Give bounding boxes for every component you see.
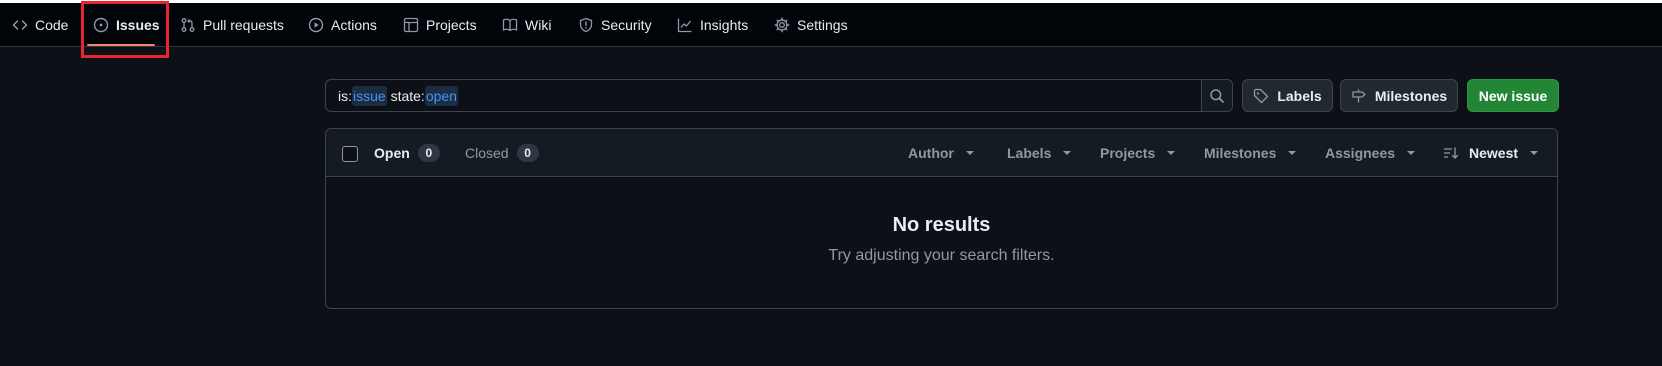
- tab-security-label: Security: [601, 17, 652, 33]
- table-icon: [403, 17, 419, 33]
- select-all-checkbox[interactable]: [342, 146, 358, 162]
- closed-issues-tab[interactable]: Closed 0: [465, 129, 539, 177]
- repo-nav: Code Issues Pull requests Actions Projec…: [0, 0, 1662, 47]
- milestones-button-label: Milestones: [1374, 87, 1448, 104]
- chevron-down-icon: [1167, 151, 1176, 155]
- open-label: Open: [374, 145, 410, 161]
- issue-opened-icon: [93, 17, 109, 33]
- tab-wiki[interactable]: Wiki: [502, 3, 551, 47]
- tab-code[interactable]: Code: [12, 3, 68, 47]
- projects-filter[interactable]: Projects: [1100, 129, 1176, 177]
- sort-dropdown[interactable]: Newest: [1443, 129, 1539, 177]
- tab-actions-label: Actions: [331, 17, 377, 33]
- open-issues-tab[interactable]: Open 0: [374, 129, 440, 177]
- active-tab-indicator: [87, 44, 155, 46]
- play-icon: [308, 17, 324, 33]
- shield-icon: [579, 17, 593, 33]
- labels-button-label: Labels: [1277, 87, 1322, 104]
- author-filter-label: Author: [908, 145, 954, 161]
- book-icon: [502, 18, 518, 32]
- closed-label: Closed: [465, 145, 509, 161]
- search-token-key: is:: [338, 87, 352, 104]
- projects-filter-label: Projects: [1100, 145, 1156, 161]
- milestones-button[interactable]: Milestones: [1340, 79, 1458, 112]
- chevron-down-icon: [1288, 151, 1297, 155]
- tab-settings[interactable]: Settings: [774, 3, 848, 47]
- search-icon: [1210, 88, 1224, 103]
- tab-pull-requests[interactable]: Pull requests: [180, 3, 284, 47]
- code-icon: [12, 20, 28, 30]
- tab-projects[interactable]: Projects: [403, 3, 477, 47]
- chevron-down-icon: [965, 151, 974, 155]
- tab-projects-label: Projects: [426, 17, 477, 33]
- tab-wiki-label: Wiki: [525, 17, 552, 33]
- tab-insights-label: Insights: [700, 17, 749, 33]
- tab-settings-label: Settings: [797, 17, 848, 33]
- closed-count-badge: 0: [516, 144, 539, 162]
- new-issue-button-label: New issue: [1478, 87, 1548, 104]
- labels-button[interactable]: Labels: [1242, 79, 1333, 112]
- milestones-filter-label: Milestones: [1204, 145, 1277, 161]
- chevron-down-icon: [1407, 151, 1416, 155]
- chevron-down-icon: [1530, 151, 1539, 155]
- new-issue-button[interactable]: New issue: [1467, 79, 1559, 112]
- sort-label: Newest: [1469, 145, 1519, 161]
- search-button[interactable]: [1201, 80, 1232, 111]
- tab-insights[interactable]: Insights: [677, 3, 748, 47]
- git-pull-request-icon: [181, 18, 195, 32]
- sort-icon: [1443, 147, 1459, 159]
- gear-icon: [774, 17, 790, 33]
- assignees-filter-label: Assignees: [1325, 145, 1396, 161]
- tab-pull-requests-label: Pull requests: [203, 17, 284, 33]
- graph-icon: [677, 18, 692, 33]
- empty-state-title: No results: [892, 214, 991, 236]
- issues-list-header: Open 0 Closed 0 Author Labels Projects M…: [326, 129, 1557, 177]
- issues-list: Open 0 Closed 0 Author Labels Projects M…: [325, 128, 1558, 309]
- search-token-key: state:: [390, 87, 425, 104]
- empty-state-subtitle: Try adjusting your search filters.: [828, 247, 1055, 264]
- search-token-value: open: [424, 85, 458, 106]
- tab-issues[interactable]: Issues: [93, 3, 160, 47]
- labels-filter[interactable]: Labels: [1007, 129, 1072, 177]
- milestones-filter[interactable]: Milestones: [1204, 129, 1297, 177]
- tab-code-label: Code: [35, 17, 69, 33]
- tab-actions[interactable]: Actions: [308, 3, 377, 47]
- assignees-filter[interactable]: Assignees: [1325, 129, 1416, 177]
- search-input[interactable]: is: issue state: open: [326, 80, 1201, 111]
- tab-security[interactable]: Security: [578, 3, 652, 47]
- search-token-value: issue: [352, 85, 387, 106]
- labels-filter-label: Labels: [1007, 145, 1052, 161]
- tag-icon: [1254, 88, 1269, 103]
- tab-issues-label: Issues: [116, 17, 160, 33]
- author-filter[interactable]: Author: [908, 129, 974, 177]
- milestone-icon: [1352, 89, 1366, 102]
- open-count-badge: 0: [417, 144, 440, 162]
- issue-search-bar: is: issue state: open: [325, 79, 1233, 112]
- chevron-down-icon: [1063, 151, 1072, 155]
